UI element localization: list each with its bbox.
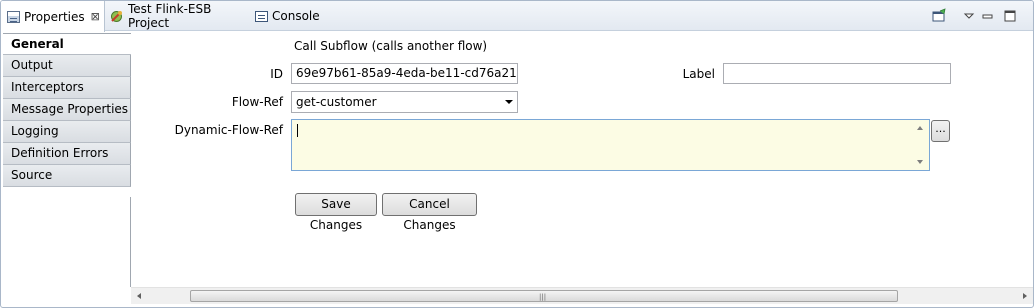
properties-view: Properties ⊠ Test Flink-ESB Project Cons… [0,0,1034,308]
project-icon [109,9,124,24]
side-tab-logging[interactable]: Logging [3,121,131,143]
minimize-icon[interactable] [980,8,996,24]
console-icon [255,10,268,22]
general-form: Call Subflow (calls another flow) ID 69e… [131,31,1033,287]
tab-console[interactable]: Console [255,1,325,31]
side-tab-interceptors[interactable]: Interceptors [3,77,131,99]
pin-view-icon[interactable] [931,8,947,24]
scroll-left-icon[interactable] [137,293,141,299]
tab-label: Console [272,9,320,23]
side-tab-source[interactable]: Source [3,165,131,187]
view-toolbar [931,7,1018,25]
tab-label: Test Flink-ESB Project [128,2,212,30]
label-label: Label [682,67,715,81]
tab-test-flink-esb-project[interactable]: Test Flink-ESB Project [109,1,249,31]
tab-label: Properties [24,9,85,24]
label-field[interactable] [723,63,951,84]
form-title: Call Subflow (calls another flow) [294,39,488,53]
scroll-right-icon[interactable] [1023,293,1027,299]
textarea-scrollbar[interactable] [912,120,929,170]
maximize-icon[interactable] [1002,8,1018,24]
close-tab-icon[interactable]: ⊠ [91,10,100,23]
cancel-changes-button[interactable]: Cancel Changes [382,193,477,232]
scroll-down-icon[interactable] [917,160,923,164]
flow-ref-select[interactable]: get-customer [291,91,518,113]
text-caret [297,124,298,137]
side-tab-general[interactable]: General [3,33,131,55]
side-tab-definition-errors[interactable]: Definition Errors [3,143,131,165]
browse-button[interactable]: ... [931,120,950,142]
side-tab-message-properties[interactable]: Message Properties [3,99,131,121]
dynamic-flow-ref-textarea[interactable] [291,119,930,171]
scroll-up-icon[interactable] [917,126,923,130]
scrollbar-thumb[interactable]: ||| [190,290,898,302]
properties-icon [7,10,20,23]
tab-properties[interactable]: Properties ⊠ [1,1,105,32]
grip-icon: ||| [539,293,547,301]
flow-ref-selected-value: get-customer [296,95,377,109]
id-field[interactable]: 69e97b61-85a9-4eda-be11-cd76a219c03e [291,63,518,84]
view-menu-icon[interactable] [961,8,977,24]
flow-ref-label: Flow-Ref [231,95,283,109]
side-tab-filler [3,197,131,287]
id-label: ID [270,67,283,81]
horizontal-scrollbar[interactable]: ||| [131,287,1033,304]
side-tab-output[interactable]: Output [3,55,131,77]
view-tab-bar: Properties ⊠ Test Flink-ESB Project Cons… [1,1,1033,32]
save-changes-button[interactable]: Save Changes [295,193,377,232]
dynamic-flow-ref-label: Dynamic-Flow-Ref [174,123,283,137]
side-tab-list: General Output Interceptors Message Prop… [3,33,131,187]
chevron-down-icon [505,100,513,104]
